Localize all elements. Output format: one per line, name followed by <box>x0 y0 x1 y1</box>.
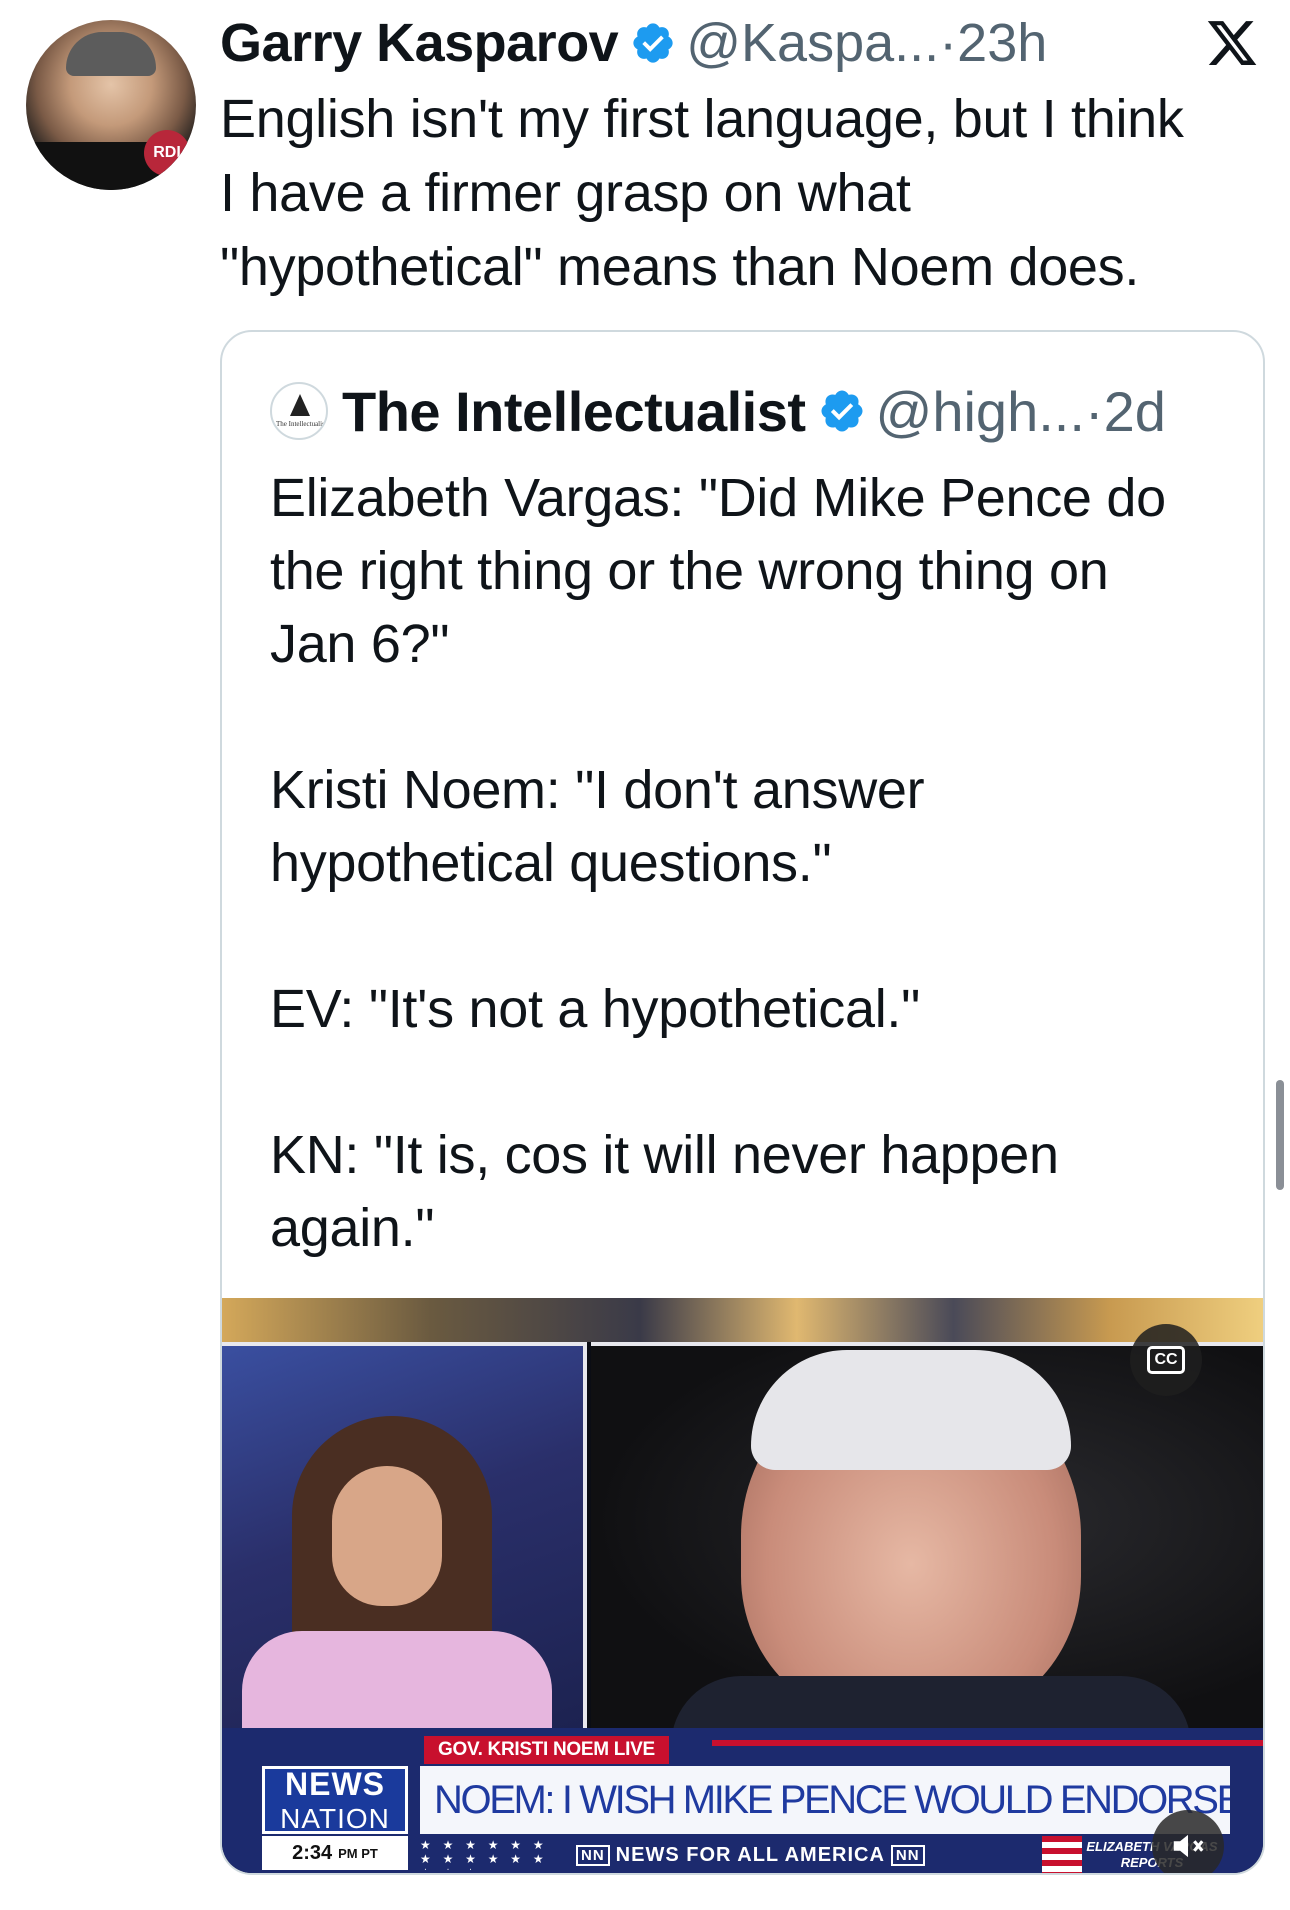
quoted-time-separator: · <box>1084 379 1104 443</box>
lower-third-headline: NOEM: I WISH MIKE PENCE WOULD ENDORSE TR… <box>420 1766 1230 1834</box>
video-studio-backdrop <box>222 1298 1263 1342</box>
time-separator: · <box>939 13 958 73</box>
quoted-tweet-time[interactable]: 2d <box>1104 379 1166 444</box>
noem-face <box>332 1466 442 1606</box>
quoted-tweet-card[interactable]: The Intellectualist The Intellectualist … <box>220 330 1265 1875</box>
closed-captions-button[interactable]: CC <box>1130 1324 1202 1396</box>
noem-jacket <box>242 1631 552 1741</box>
verified-badge-icon <box>633 23 673 63</box>
author-handle[interactable]: @Kaspa... <box>686 12 939 74</box>
tweet-time[interactable]: 23h <box>957 12 1047 74</box>
author-avatar[interactable]: RDI <box>26 20 196 190</box>
video-player[interactable]: CC GOV. KRISTI NOEM LIVE NOEM: I WISH MI… <box>222 1298 1263 1873</box>
avatar-hair <box>66 32 156 76</box>
broadcast-time: 2:34 PM PT <box>262 1836 408 1870</box>
quoted-author-avatar[interactable]: The Intellectualist <box>270 382 328 440</box>
video-panel-noem <box>222 1342 587 1741</box>
logo-line-2: NATION <box>280 1802 390 1834</box>
ticker-text: NEWS FOR ALL AMERICA <box>615 1843 885 1866</box>
pence-hair <box>751 1350 1071 1470</box>
logo-line-1: NEWS <box>285 1765 385 1802</box>
quoted-author-handle[interactable]: @high... <box>876 379 1085 444</box>
quoted-avatar-mark <box>290 394 310 416</box>
news-nation-logo: NEWS NATION <box>262 1766 408 1834</box>
author-name[interactable]: Garry Kasparov <box>220 12 619 74</box>
tweet-header: Garry Kasparov @Kaspa... · 23h <box>220 8 1047 78</box>
quoted-author-name[interactable]: The Intellectualist <box>342 379 806 444</box>
x-logo-icon[interactable] <box>1205 16 1259 70</box>
muted-speaker-icon <box>1173 1834 1204 1858</box>
ticker-logo-left: NN <box>576 1844 610 1866</box>
scrollbar-thumb[interactable] <box>1276 1080 1284 1190</box>
stars-decoration: ★ ★ ★ ★ ★ ★ ★ ★ ★ ★ ★ ★ ★ ★ ★ <box>420 1838 548 1870</box>
video-panel-pence <box>591 1342 1263 1746</box>
lower-third-red-line <box>712 1740 1263 1746</box>
ticker-logo-right: NN <box>890 1844 925 1866</box>
mute-button[interactable] <box>1152 1810 1224 1873</box>
news-ticker: NN NEWS FOR ALL AMERICA NN <box>570 1840 931 1870</box>
verified-badge-icon <box>821 390 862 432</box>
avatar-badge: RDI <box>144 130 190 176</box>
quoted-tweet-header: The Intellectualist The Intellectualist … <box>270 376 1166 446</box>
tweet-text: English isn't my first language, but I t… <box>220 89 1184 297</box>
quoted-tweet-text: Elizabeth Vargas: "Did Mike Pence do the… <box>270 468 1166 1258</box>
closed-captions-icon: CC <box>1147 1346 1185 1374</box>
news-lower-third: GOV. KRISTI NOEM LIVE NOEM: I WISH MIKE … <box>222 1728 1263 1873</box>
quoted-avatar-text: The Intellectualist <box>276 420 327 428</box>
lower-third-tag: GOV. KRISTI NOEM LIVE <box>424 1736 669 1764</box>
broadcast-time-zone: PM PT <box>338 1845 378 1861</box>
broadcast-time-value: 2:34 <box>292 1841 333 1864</box>
